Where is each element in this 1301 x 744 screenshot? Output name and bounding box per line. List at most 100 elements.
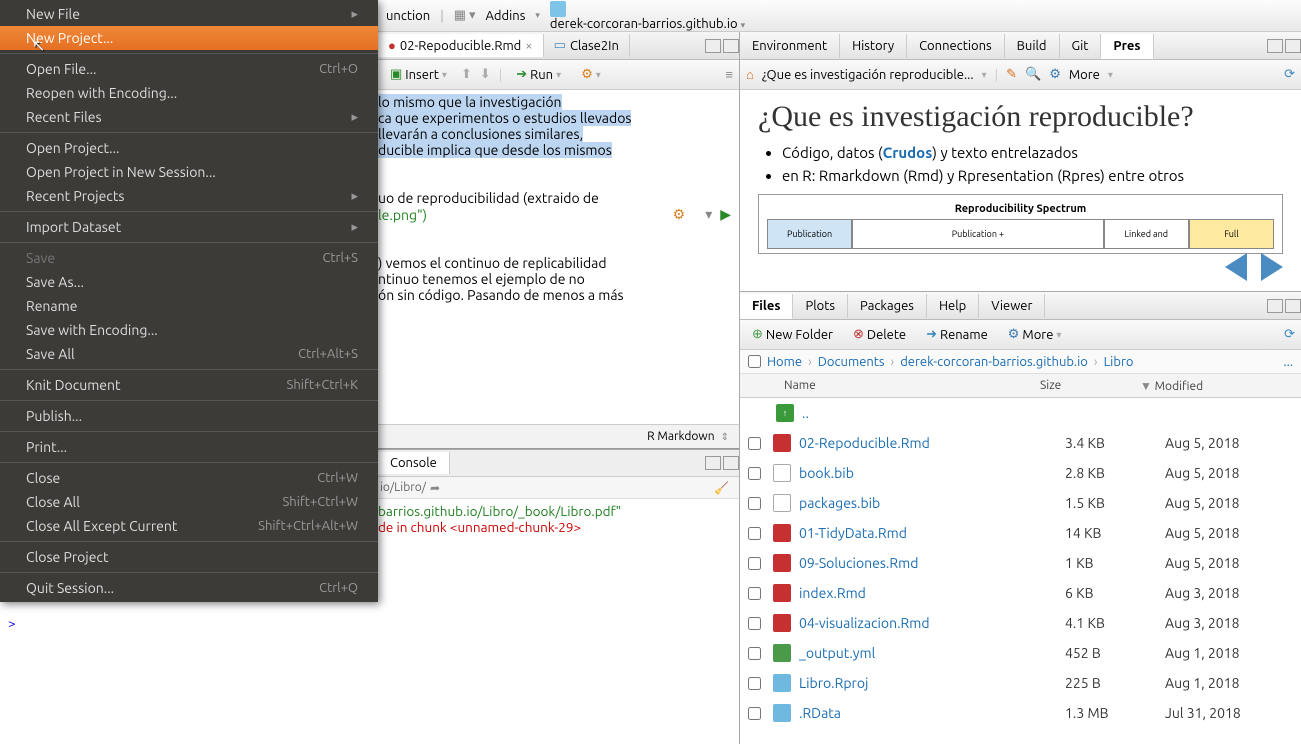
slide-next-icon[interactable]	[1261, 253, 1283, 281]
minimize-button[interactable]	[705, 39, 721, 53]
breadcrumb-libro[interactable]: Libro	[1104, 355, 1134, 369]
tab-files[interactable]: Files	[740, 294, 793, 319]
nav-up-icon[interactable]: ⬆	[461, 67, 472, 82]
file-name[interactable]: ..	[802, 405, 1068, 421]
editor-tab-1[interactable]: ▭ Clase2In	[544, 34, 630, 57]
close-icon[interactable]: ×	[525, 39, 532, 53]
files-minimize[interactable]	[1267, 299, 1283, 313]
nav-down-icon[interactable]: ⬇	[480, 67, 491, 82]
console-maximize[interactable]	[723, 456, 739, 470]
console-tab[interactable]: Console	[378, 452, 450, 474]
file-name[interactable]: 02-Repoducible.Rmd	[799, 435, 1065, 451]
breadcrumb-more-icon[interactable]: ...	[1283, 355, 1293, 369]
home-icon[interactable]: ⌂	[746, 67, 754, 82]
file-name[interactable]: .RData	[799, 705, 1065, 721]
tab-build[interactable]: Build	[1005, 34, 1060, 58]
file-checkbox[interactable]	[748, 617, 761, 630]
outline-icon[interactable]: ≡	[725, 67, 733, 82]
path-go-icon[interactable]: ➦	[430, 481, 440, 495]
tab-history[interactable]: History	[840, 34, 907, 58]
file-checkbox[interactable]	[748, 527, 761, 540]
rename-button[interactable]: ➜ Rename	[920, 325, 994, 344]
tab-connections[interactable]: Connections	[907, 34, 1005, 58]
file-checkbox[interactable]	[748, 467, 761, 480]
file-name[interactable]: book.bib	[799, 465, 1065, 481]
menu-item-new-file[interactable]: New File▸	[0, 2, 378, 26]
editor-tab-0[interactable]: ● 02-Repoducible.Rmd ×	[378, 34, 544, 57]
addins-menu[interactable]: Addins	[485, 9, 525, 23]
menu-item-close[interactable]: CloseCtrl+W	[0, 466, 378, 490]
file-name[interactable]: Libro.Rproj	[799, 675, 1065, 691]
menu-item-quit-session[interactable]: Quit Session...Ctrl+Q	[0, 576, 378, 600]
tab-viewer[interactable]: Viewer	[979, 294, 1045, 318]
file-name[interactable]: 01-TidyData.Rmd	[799, 525, 1065, 541]
select-all-checkbox[interactable]	[748, 355, 761, 368]
menu-item-save-with-encoding[interactable]: Save with Encoding...	[0, 318, 378, 342]
menu-item-new-project[interactable]: New Project...	[0, 26, 378, 50]
chunk-run-above-icon[interactable]: ▾	[705, 206, 712, 223]
console-minimize[interactable]	[705, 456, 721, 470]
menu-item-open-project-in-new-session[interactable]: Open Project in New Session...	[0, 160, 378, 184]
menu-item-recent-projects[interactable]: Recent Projects▸	[0, 184, 378, 208]
env-minimize[interactable]	[1267, 39, 1283, 53]
file-name[interactable]: index.Rmd	[799, 585, 1065, 601]
chunk-opts-icon[interactable]: ⚙	[673, 206, 686, 223]
menu-item-close-all-except-current[interactable]: Close All Except CurrentShift+Ctrl+Alt+W	[0, 514, 378, 538]
insert-button[interactable]: ▣ Insert ▾	[384, 65, 453, 84]
more-button[interactable]: More	[1069, 68, 1100, 82]
delete-button[interactable]: ⊗ Delete	[847, 325, 912, 344]
run-button[interactable]: ➔ Run ▾	[510, 65, 567, 84]
new-folder-button[interactable]: ⊕ New Folder	[746, 325, 839, 344]
breadcrumb-repo[interactable]: derek-corcoran-barrios.github.io	[900, 355, 1088, 369]
pres-title-dropdown[interactable]: ¿Que es investigación reproducible...	[762, 68, 974, 82]
menu-item-reopen-with-encoding[interactable]: Reopen with Encoding...	[0, 81, 378, 105]
menu-item-open-file[interactable]: Open File...Ctrl+O	[0, 57, 378, 81]
zoom-icon[interactable]: 🔍	[1025, 67, 1041, 82]
file-checkbox[interactable]	[748, 707, 761, 720]
edit-icon[interactable]: ✎	[1006, 67, 1017, 82]
menu-item-rename[interactable]: Rename	[0, 294, 378, 318]
file-name[interactable]: 09-Soluciones.Rmd	[799, 555, 1065, 571]
menu-item-save-as[interactable]: Save As...	[0, 270, 378, 294]
menu-item-knit-document[interactable]: Knit DocumentShift+Ctrl+K	[0, 373, 378, 397]
menu-item-save[interactable]: SaveCtrl+S	[0, 246, 378, 270]
tab-git[interactable]: Git	[1060, 34, 1102, 58]
folder-up-icon[interactable]: ↑	[776, 404, 794, 422]
files-more-button[interactable]: ⚙ More ▾	[1002, 325, 1068, 344]
file-name[interactable]: packages.bib	[799, 495, 1065, 511]
menu-item-close-all[interactable]: Close AllShift+Ctrl+W	[0, 490, 378, 514]
project-caret[interactable]: ▾	[741, 20, 746, 30]
file-checkbox[interactable]	[748, 587, 761, 600]
lang-caret[interactable]: ⇕	[721, 431, 729, 443]
files-maximize[interactable]	[1285, 299, 1301, 313]
col-header-size[interactable]: Size	[1040, 379, 1140, 392]
tab-help[interactable]: Help	[927, 294, 979, 318]
more-gear-icon[interactable]: ⚙	[1049, 67, 1061, 82]
tab-packages[interactable]: Packages	[848, 294, 927, 318]
file-checkbox[interactable]	[748, 647, 761, 660]
menu-item-close-project[interactable]: Close Project	[0, 545, 378, 569]
rerun-button[interactable]: ⚙ ▾	[575, 65, 607, 84]
col-header-name[interactable]: Name	[740, 379, 1040, 392]
file-name[interactable]: _output.yml	[799, 645, 1065, 661]
maximize-button[interactable]	[723, 39, 739, 53]
tab-environment[interactable]: Environment	[740, 34, 840, 58]
refresh-icon[interactable]: ⟳	[1284, 67, 1295, 82]
breadcrumb-home[interactable]: Home	[767, 355, 802, 369]
tab-plots[interactable]: Plots	[793, 294, 848, 318]
addins-caret[interactable]: ▾	[535, 10, 540, 21]
slide-prev-icon[interactable]	[1225, 253, 1247, 281]
menu-item-print[interactable]: Print...	[0, 435, 378, 459]
env-maximize[interactable]	[1285, 39, 1301, 53]
project-name[interactable]: derek-corcoran-barrios.github.io	[550, 17, 738, 31]
col-header-modified[interactable]: Modified	[1155, 380, 1204, 393]
menu-item-recent-files[interactable]: Recent Files▸	[0, 105, 378, 129]
menu-item-import-dataset[interactable]: Import Dataset▸	[0, 215, 378, 239]
clear-console-icon[interactable]: 🧹	[714, 481, 729, 495]
file-checkbox[interactable]	[748, 497, 761, 510]
editor-lang-label[interactable]: R Markdown	[647, 430, 714, 443]
file-checkbox[interactable]	[748, 677, 761, 690]
file-name[interactable]: 04-visualizacion.Rmd	[799, 615, 1065, 631]
file-checkbox[interactable]	[748, 437, 761, 450]
file-checkbox[interactable]	[748, 557, 761, 570]
